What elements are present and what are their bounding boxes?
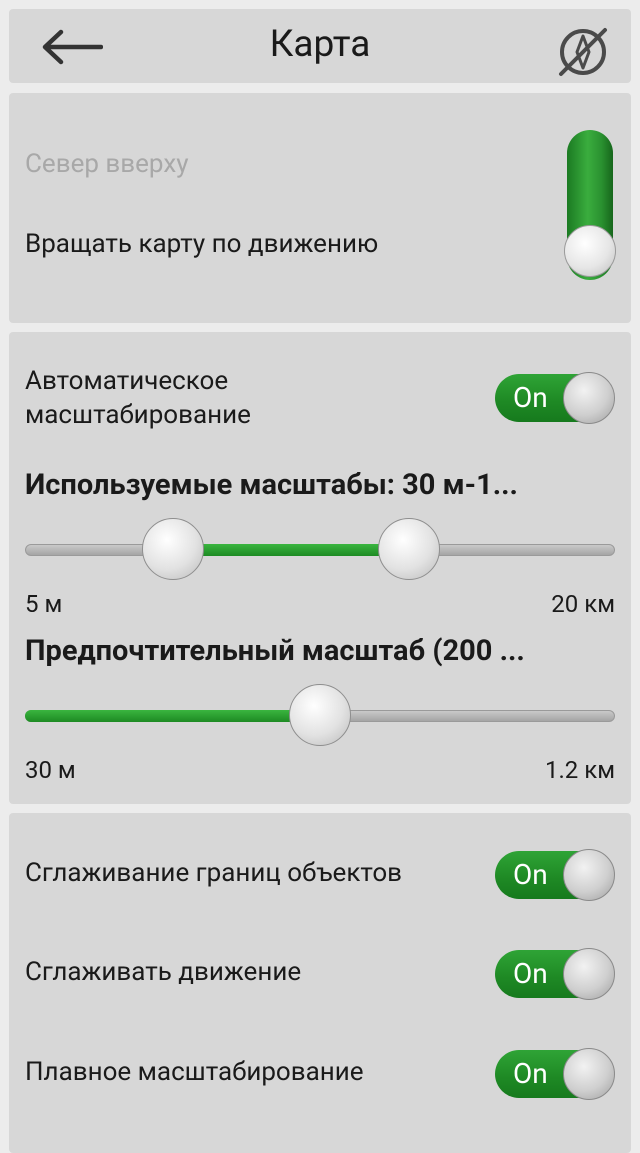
slider-thumb-low[interactable] xyxy=(141,518,204,580)
used-scales-max-label: 20 км xyxy=(551,590,615,618)
toggle-state-label: On xyxy=(513,1057,548,1090)
used-scales-range-slider[interactable] xyxy=(25,514,615,584)
toggle-state-label: On xyxy=(513,858,548,891)
toggle-state-label: On xyxy=(513,957,548,990)
preferred-scale-max-label: 1.2 км xyxy=(544,756,615,784)
page-title: Карта xyxy=(269,23,371,66)
toggle-knob[interactable] xyxy=(563,372,615,424)
preferred-scale-slider[interactable] xyxy=(25,680,615,750)
header-bar: Карта xyxy=(9,9,631,83)
smooth-zoom-label: Плавное масштабирование xyxy=(25,1057,364,1087)
north-up-option[interactable]: Север вверху xyxy=(25,149,189,179)
toggle-knob[interactable] xyxy=(563,849,615,901)
preferred-scale-min-label: 30 м xyxy=(25,756,76,784)
toggle-knob[interactable] xyxy=(563,1048,615,1100)
slider-fill xyxy=(25,710,320,722)
render-options-panel: Сглаживание границ объектов On Сглаживат… xyxy=(9,813,631,1153)
toggle-knob[interactable] xyxy=(563,948,615,1000)
orientation-switch[interactable] xyxy=(564,130,616,280)
toggle-state-label: On xyxy=(513,381,548,414)
smooth-movement-label: Сглаживать движение xyxy=(25,957,302,987)
preferred-scale-title: Предпочтительный масштаб (200 ... xyxy=(25,634,525,668)
smooth-zoom-toggle[interactable]: On xyxy=(495,1048,615,1100)
orientation-panel: Север вверху Вращать карту по движению xyxy=(9,93,631,323)
auto-zoom-label-line2: масштабирование xyxy=(25,400,251,430)
smooth-movement-toggle[interactable]: On xyxy=(495,948,615,1000)
antialiasing-label: Сглаживание границ объектов xyxy=(25,858,403,888)
slider-thumb-high[interactable] xyxy=(377,518,440,580)
slider-fill xyxy=(172,544,409,556)
slider-thumb[interactable] xyxy=(289,684,351,746)
compass-disabled-icon[interactable] xyxy=(557,26,609,78)
used-scales-min-label: 5 м xyxy=(25,590,63,618)
scale-panel: Автоматическое масштабирование On Исполь… xyxy=(9,332,631,804)
antialiasing-toggle[interactable]: On xyxy=(495,849,615,901)
orientation-switch-knob[interactable] xyxy=(564,225,616,277)
rotate-map-option[interactable]: Вращать карту по движению xyxy=(25,229,378,259)
used-scales-title: Используемые масштабы: 30 м-1... xyxy=(25,468,518,502)
auto-zoom-toggle[interactable]: On xyxy=(495,372,615,424)
auto-zoom-label-line1: Автоматическое xyxy=(25,366,229,396)
